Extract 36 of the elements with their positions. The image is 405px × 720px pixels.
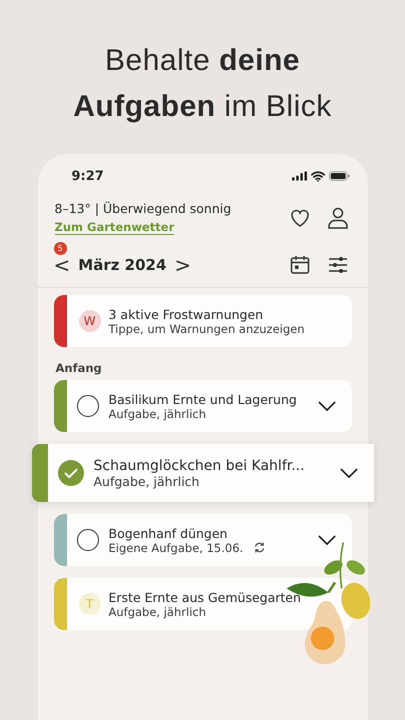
task-title: Erste Ernte aus Gemüsegarten xyxy=(108,590,302,604)
status-time: 9:27 xyxy=(72,168,104,184)
checkbox[interactable] xyxy=(76,529,98,551)
checkbox[interactable] xyxy=(58,460,84,486)
task-subtitle: Eigene Aufgabe, 15.06. xyxy=(108,540,244,554)
task-subtitle: Aufgabe, jährlich xyxy=(108,406,206,420)
chevron-down-icon[interactable] xyxy=(318,400,336,412)
chevron-down-icon[interactable] xyxy=(318,534,336,546)
task-card[interactable]: Schaumglöckchen bei Kahlfr... Aufgabe, jährlich xyxy=(32,444,374,502)
headline: Behalte deine Aufgaben im Blick xyxy=(72,43,333,125)
month-label: März 2024 xyxy=(78,256,166,274)
task-card[interactable]: Bogenhanf düngen Eigene Aufgabe, 15.06. xyxy=(54,514,352,566)
task-card[interactable]: T Erste Ernte aus Gemüsegarten Aufgabe, jährlich xyxy=(54,578,352,630)
task-card[interactable]: Basilikum Ernte und Lagerung Aufgabe, jährlich xyxy=(54,380,352,432)
chevron-down-icon[interactable] xyxy=(340,468,358,478)
repeat-icon xyxy=(253,541,266,554)
warning-title: 3 aktive Frostwarnungen xyxy=(108,306,264,322)
task-subtitle: Aufgabe, jährlich xyxy=(108,604,206,618)
notification-badge: 5 xyxy=(54,242,66,255)
task-title: Bogenhanf düngen xyxy=(108,526,228,540)
task-title: Schaumglöckchen bei Kahlfr... xyxy=(94,458,306,474)
weather-summary: 8–13° | Überwiegend sonnig xyxy=(54,201,232,216)
warning-subtitle: Tippe, um Warnungen anzuzeigen xyxy=(108,322,306,336)
warning-card[interactable]: W 3 aktive Frostwarnungen Tippe, um Warnungen anzuzeigen xyxy=(54,295,352,347)
task-title: Basilikum Ernte und Lagerung xyxy=(108,392,298,406)
letter-badge: W xyxy=(78,310,100,332)
section-label: Anfang xyxy=(56,361,103,375)
previous-month-button[interactable]: < xyxy=(52,255,72,275)
checkbox[interactable] xyxy=(76,395,98,417)
battery-icon xyxy=(328,171,350,181)
profile-icon[interactable] xyxy=(326,206,350,230)
letter-badge: T xyxy=(78,593,100,615)
wifi-icon xyxy=(310,170,324,182)
signal-icon xyxy=(292,171,306,181)
next-month-button[interactable]: > xyxy=(172,255,194,275)
task-subtitle: Aufgabe, jährlich xyxy=(94,474,200,488)
